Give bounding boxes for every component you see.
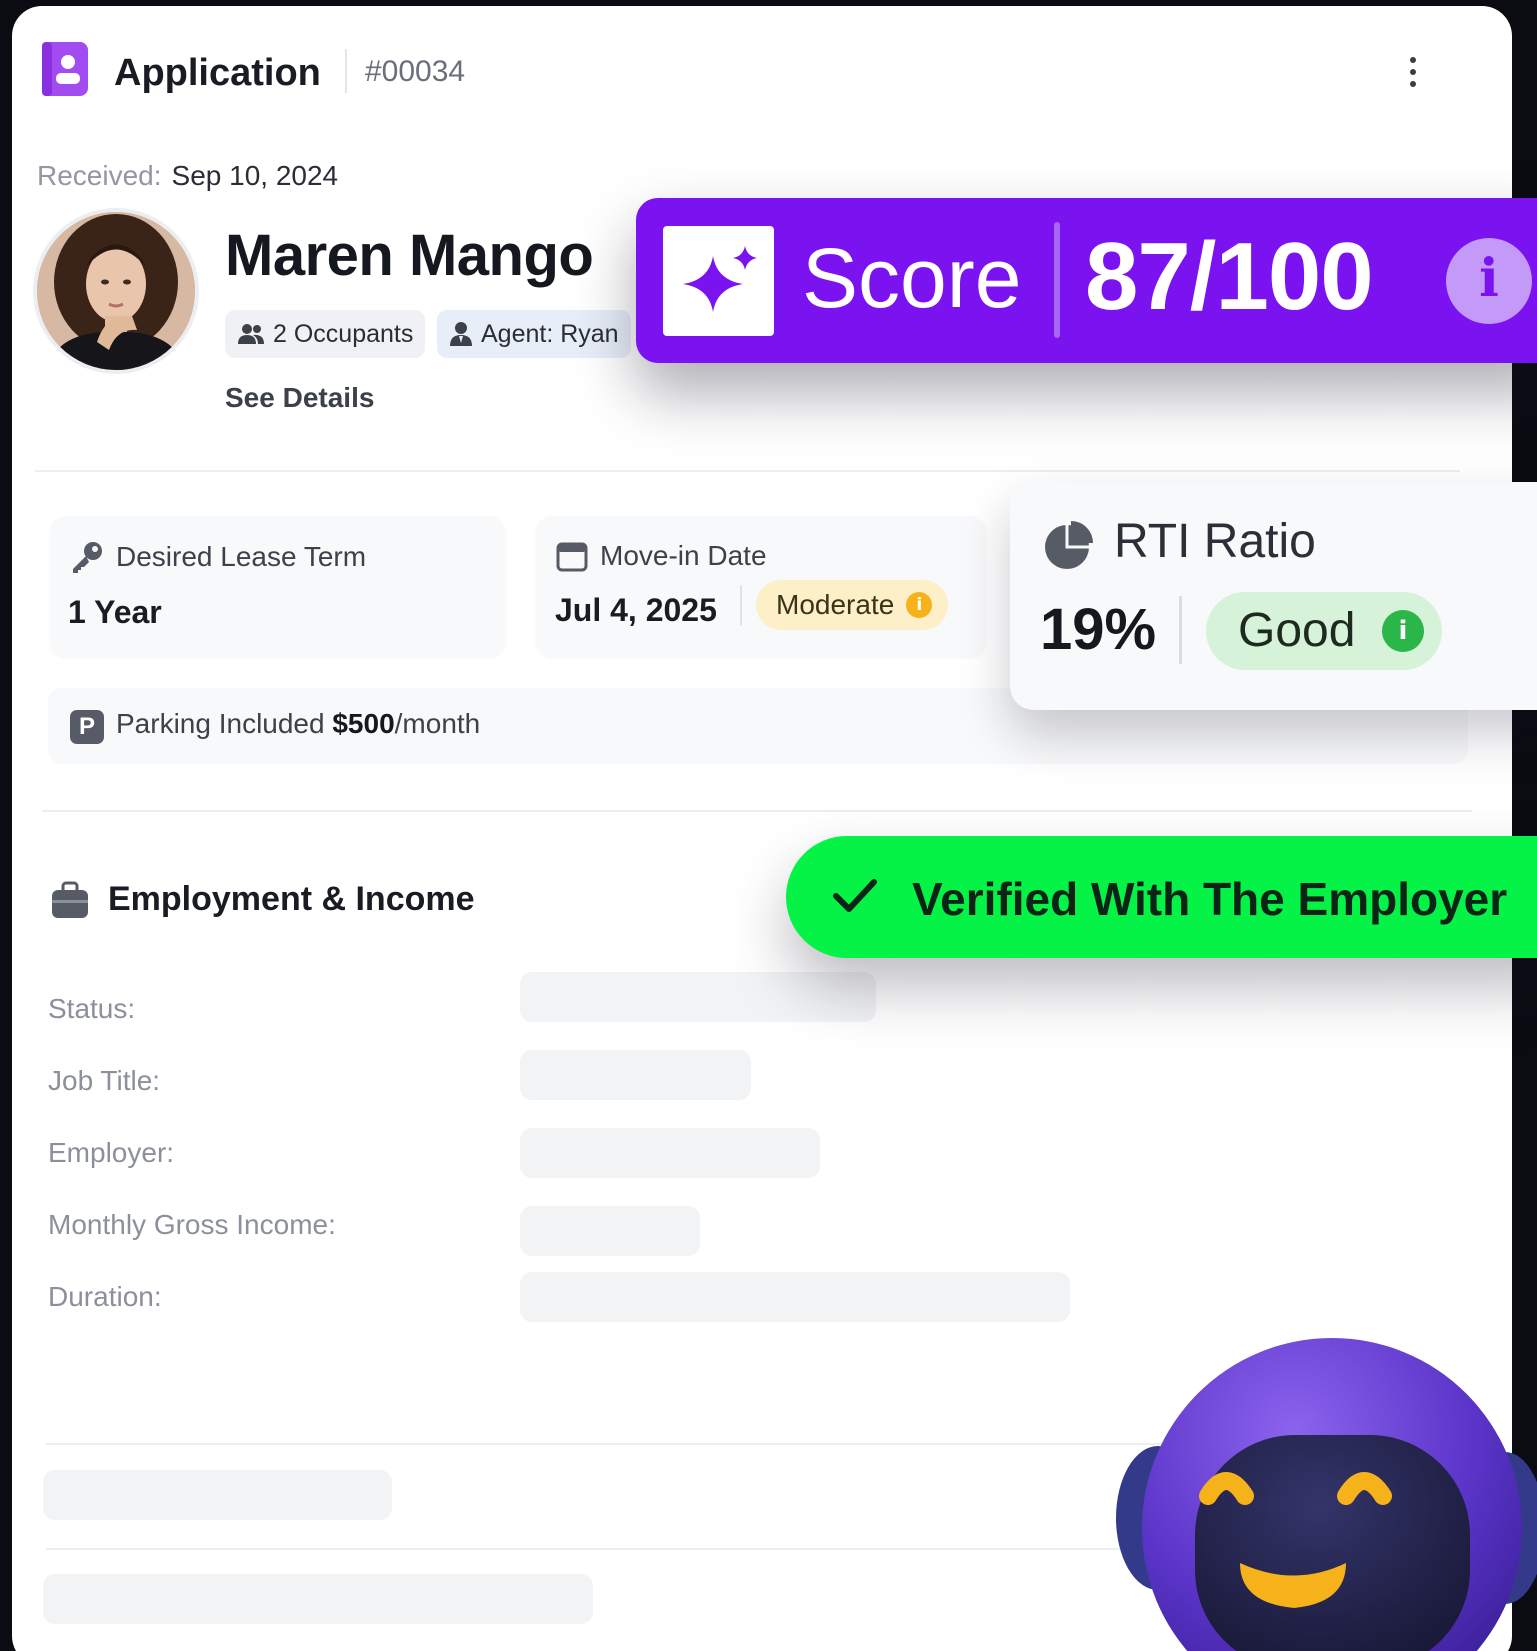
section-skeleton xyxy=(43,1470,392,1520)
robot-mascot-icon xyxy=(1116,1338,1537,1651)
rti-title: RTI Ratio xyxy=(1114,515,1316,568)
parking-amount: $500 xyxy=(332,708,395,739)
employer-skeleton xyxy=(520,1128,820,1178)
score-label: Score xyxy=(802,231,1022,325)
calendar-icon xyxy=(556,542,588,572)
job-title-label: Job Title: xyxy=(48,1065,161,1096)
kebab-menu-icon[interactable] xyxy=(1400,52,1426,92)
lease-term-value: 1 Year xyxy=(68,594,162,630)
section-skeleton xyxy=(43,1574,593,1624)
lease-term-label: Desired Lease Term xyxy=(116,541,367,572)
job-title-skeleton xyxy=(520,1050,751,1100)
received-label: Received: xyxy=(37,160,162,191)
monthly-income-label: Monthly Gross Income: xyxy=(48,1209,336,1240)
parking-icon: P xyxy=(70,710,104,744)
rti-divider xyxy=(1179,596,1182,664)
info-icon: i xyxy=(906,592,933,618)
agent-chip[interactable]: Agent: Ryan xyxy=(437,310,631,358)
briefcase-icon xyxy=(52,881,88,918)
application-id: #00034 xyxy=(365,55,466,88)
app-badge-icon xyxy=(42,42,88,96)
divider xyxy=(42,810,1472,812)
move-in-label-row: Move-in Date xyxy=(556,540,767,572)
checkmark-icon xyxy=(833,879,877,912)
duration-skeleton xyxy=(520,1272,1070,1322)
occupants-chip: 2 Occupants xyxy=(225,310,426,358)
employment-title: Employment & Income xyxy=(108,880,475,918)
info-icon: i xyxy=(1382,610,1424,652)
move-in-label: Move-in Date xyxy=(600,540,767,571)
good-label: Good xyxy=(1238,604,1356,657)
lease-term-card xyxy=(50,516,505,656)
pie-chart-icon xyxy=(1045,521,1093,569)
parking-prefix: Parking Included xyxy=(116,708,325,739)
people-icon xyxy=(238,324,264,344)
rti-value: 19% xyxy=(1040,597,1157,662)
status-label: Status: xyxy=(48,993,136,1024)
received-date: Received: Sep 10, 2024 xyxy=(37,160,338,192)
applicant-name: Maren Mango xyxy=(225,223,594,288)
see-details-link[interactable]: See Details xyxy=(225,382,374,414)
moderate-label: Moderate xyxy=(776,589,895,620)
avatar xyxy=(37,212,195,370)
verified-label: Verified With The Employer xyxy=(912,873,1508,925)
applicant-photo xyxy=(37,212,195,370)
divider xyxy=(35,470,1460,472)
agent-label: Agent: Ryan xyxy=(481,319,619,348)
score-divider xyxy=(1054,222,1060,338)
moderate-badge[interactable]: Moderate i xyxy=(756,580,949,630)
received-value: Sep 10, 2024 xyxy=(171,160,339,191)
status-skeleton xyxy=(520,972,876,1022)
score-value: 87/100 xyxy=(1085,223,1374,330)
score-icon-box xyxy=(663,226,774,336)
employer-label: Employer: xyxy=(48,1137,175,1168)
parking-text: Parking Included $500/month xyxy=(116,708,480,740)
duration-label: Duration: xyxy=(48,1281,162,1312)
title-divider xyxy=(345,49,347,93)
page-title: Application xyxy=(114,52,321,94)
info-icon: i xyxy=(1479,248,1499,309)
move-in-divider xyxy=(740,585,742,625)
sparkle-icon xyxy=(683,246,757,312)
move-in-value: Jul 4, 2025 xyxy=(555,592,717,628)
stage: Application #00034 Received: Sep 10, 2024… xyxy=(0,0,1537,1651)
agent-icon xyxy=(450,322,472,346)
parking-suffix: /month xyxy=(394,708,481,739)
score-info-button[interactable]: i xyxy=(1446,238,1532,324)
key-icon xyxy=(73,542,102,573)
lease-term-label-row: Desired Lease Term xyxy=(70,540,366,574)
occupants-label: 2 Occupants xyxy=(273,319,414,348)
monthly-income-skeleton xyxy=(520,1206,700,1256)
